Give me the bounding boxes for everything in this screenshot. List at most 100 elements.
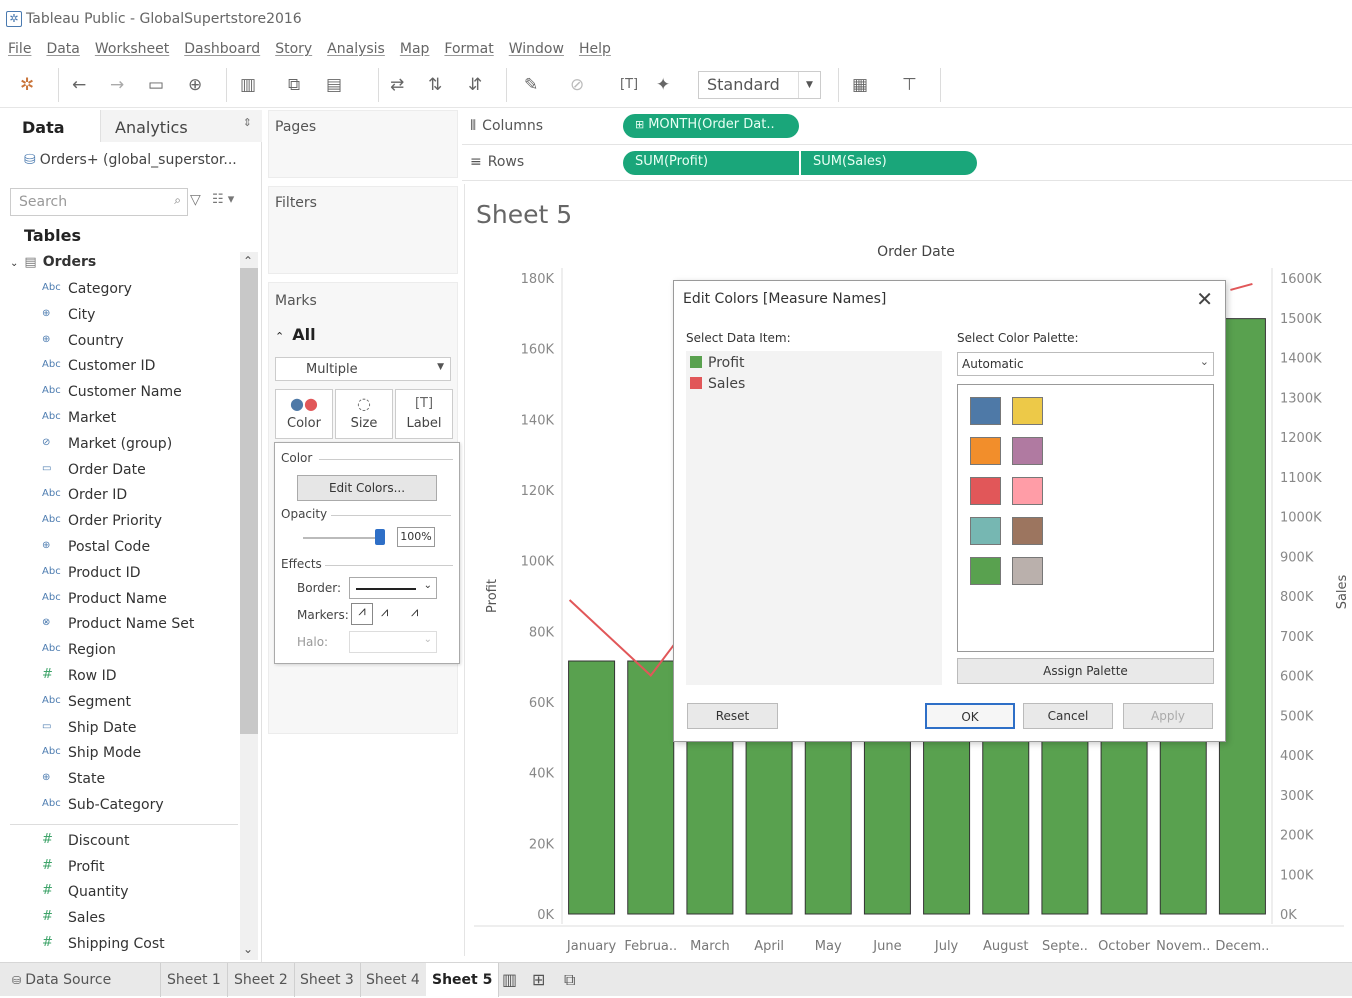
filter-icon[interactable]: ▽ bbox=[190, 192, 201, 208]
assign-palette-button[interactable]: Assign Palette bbox=[957, 658, 1214, 684]
opacity-slider-handle[interactable] bbox=[375, 529, 385, 545]
new-worksheet-icon[interactable]: ▥ bbox=[240, 74, 256, 96]
tab-analytics[interactable]: Analytics ⇕ bbox=[100, 110, 262, 142]
markers-all-icon[interactable]: ⩘ bbox=[411, 605, 418, 620]
field-item[interactable]: Abc Customer Name bbox=[0, 381, 238, 405]
menu-item-window[interactable]: Window bbox=[509, 41, 564, 57]
field-item[interactable]: # Discount bbox=[0, 830, 238, 854]
field-item[interactable]: ⊘ Market (group) bbox=[0, 433, 238, 457]
tab-sheet-4[interactable]: Sheet 4 bbox=[360, 963, 427, 997]
border-select[interactable]: ⌄ bbox=[349, 577, 437, 599]
size-button[interactable]: ◌ Size bbox=[335, 389, 393, 439]
label-button[interactable]: [T] Label bbox=[395, 389, 453, 439]
columns-pill[interactable]: ⊞ MONTH(Order Dat.. bbox=[623, 114, 799, 138]
menu-item-data[interactable]: Data bbox=[46, 41, 79, 57]
edit-colors-button[interactable]: Edit Colors... bbox=[297, 475, 437, 501]
palette-swatch[interactable] bbox=[970, 557, 1001, 585]
field-item[interactable]: Abc Market bbox=[0, 407, 238, 431]
clear-sheet-icon[interactable]: ▤ bbox=[326, 74, 342, 96]
palette-swatch[interactable] bbox=[1012, 437, 1043, 465]
field-item[interactable]: Abc Segment bbox=[0, 691, 238, 715]
field-item[interactable]: ⊕ State bbox=[0, 768, 238, 792]
collapse-icon[interactable]: ⇕ bbox=[243, 116, 252, 129]
columns-shelf[interactable]: ⦀ Columns ⊞ MONTH(Order Dat.. bbox=[462, 110, 1352, 145]
field-item[interactable]: Abc Customer ID bbox=[0, 355, 238, 379]
list-item[interactable]: Profit bbox=[690, 355, 745, 371]
close-icon[interactable]: ✕ bbox=[1196, 287, 1213, 311]
undo-icon[interactable]: ← bbox=[72, 74, 86, 96]
menu-item-format[interactable]: Format bbox=[444, 41, 493, 57]
palette-swatch[interactable] bbox=[970, 397, 1001, 425]
fit-select[interactable]: Standard ▼ bbox=[698, 71, 821, 99]
field-item[interactable]: # Quantity bbox=[0, 881, 238, 905]
field-item[interactable]: Abc Ship Mode bbox=[0, 742, 238, 766]
view-options-icon[interactable]: ☷ ▾ bbox=[212, 192, 234, 207]
field-item[interactable]: Abc Category bbox=[0, 278, 238, 302]
field-item[interactable]: # Shipping Cost bbox=[0, 933, 238, 957]
search-input[interactable]: Search ⌕ bbox=[10, 188, 188, 216]
new-worksheet-icon[interactable]: ▥ bbox=[496, 963, 523, 997]
datasource-name[interactable]: ⛁ Orders+ (global_superstor... bbox=[24, 152, 237, 168]
scroll-up-icon[interactable]: ⌃ bbox=[243, 254, 253, 268]
menu-item-analysis[interactable]: Analysis bbox=[327, 41, 385, 57]
markers-some-icon[interactable]: ⩘ bbox=[381, 605, 388, 620]
color-button[interactable]: ●● Color bbox=[275, 389, 333, 439]
field-item[interactable]: ▭ Ship Date bbox=[0, 717, 238, 741]
palette-swatch[interactable] bbox=[970, 517, 1001, 545]
reset-button[interactable]: Reset bbox=[687, 703, 778, 729]
palette-swatch[interactable] bbox=[1012, 557, 1043, 585]
table-orders[interactable]: ⌄ ▤ Orders bbox=[10, 254, 96, 270]
menu-item-help[interactable]: Help bbox=[579, 41, 611, 57]
opacity-slider[interactable] bbox=[303, 537, 383, 539]
field-item[interactable]: Abc Order Priority bbox=[0, 510, 238, 534]
field-item[interactable]: ⊕ Country bbox=[0, 330, 238, 354]
duplicate-icon[interactable]: ⧉ bbox=[288, 74, 300, 96]
menu-item-dashboard[interactable]: Dashboard bbox=[184, 41, 260, 57]
field-item[interactable]: Abc Order ID bbox=[0, 484, 238, 508]
field-item[interactable]: Abc Product Name bbox=[0, 588, 238, 612]
filters-card[interactable]: Filters bbox=[268, 186, 458, 274]
tab-sheet-5[interactable]: Sheet 5 bbox=[426, 963, 500, 997]
tableau-icon[interactable]: ✲ bbox=[20, 74, 34, 96]
rows-pill-profit[interactable]: SUM(Profit) bbox=[623, 151, 799, 175]
tab-sheet-2[interactable]: Sheet 2 bbox=[228, 963, 295, 997]
field-item[interactable]: Abc Sub-Category bbox=[0, 794, 238, 818]
redo-icon[interactable]: → bbox=[110, 74, 124, 96]
scrollbar-thumb[interactable] bbox=[240, 268, 258, 734]
mark-type-select[interactable]: Multiple ▼ bbox=[275, 357, 451, 381]
ok-button[interactable]: OK bbox=[925, 703, 1015, 729]
rows-pill-sales[interactable]: SUM(Sales) bbox=[801, 151, 977, 175]
field-item[interactable]: ⊕ Postal Code bbox=[0, 536, 238, 560]
palette-swatch[interactable] bbox=[1012, 517, 1043, 545]
menu-item-file[interactable]: File bbox=[8, 41, 31, 57]
marks-all[interactable]: ⌃ All bbox=[275, 325, 316, 344]
field-item[interactable]: # Sales bbox=[0, 907, 238, 931]
new-dashboard-icon[interactable]: ⊞ bbox=[526, 963, 551, 997]
rows-shelf[interactable]: ≡ Rows SUM(Profit) SUM(Sales) bbox=[462, 146, 1352, 181]
field-item[interactable]: Abc Region bbox=[0, 639, 238, 663]
list-item[interactable]: Sales bbox=[690, 376, 745, 392]
tab-sheet-1[interactable]: Sheet 1 bbox=[161, 963, 228, 997]
field-item[interactable]: # Profit bbox=[0, 856, 238, 880]
pages-card[interactable]: Pages bbox=[268, 110, 458, 178]
field-item[interactable]: ⊗ Product Name Set bbox=[0, 613, 238, 637]
presentation-icon[interactable]: ⊤ bbox=[902, 74, 917, 96]
highlight-icon[interactable]: ✎ bbox=[524, 74, 538, 96]
field-item[interactable]: # Row ID bbox=[0, 665, 238, 689]
label-icon[interactable]: [T] bbox=[620, 74, 638, 96]
tab-sheet-3[interactable]: Sheet 3 bbox=[294, 963, 361, 997]
scroll-down-icon[interactable]: ⌄ bbox=[243, 942, 253, 956]
palette-swatch[interactable] bbox=[970, 477, 1001, 505]
palette-select[interactable]: Automatic ⌄ bbox=[957, 352, 1214, 376]
new-datasource-icon[interactable]: ⊕ bbox=[188, 74, 202, 96]
pin-icon[interactable]: ✦ bbox=[656, 74, 670, 96]
menu-item-worksheet[interactable]: Worksheet bbox=[95, 41, 169, 57]
tab-data[interactable]: Data bbox=[0, 110, 100, 142]
menu-item-map[interactable]: Map bbox=[400, 41, 430, 57]
palette-swatch[interactable] bbox=[1012, 397, 1043, 425]
sort-ascending-icon[interactable]: ⇅ bbox=[428, 74, 442, 96]
field-item[interactable]: ▭ Order Date bbox=[0, 459, 238, 483]
swap-icon[interactable]: ⇄ bbox=[390, 74, 404, 96]
apply-button[interactable]: Apply bbox=[1123, 703, 1213, 729]
data-source-tab[interactable]: ⛁ Data Source bbox=[6, 963, 161, 997]
